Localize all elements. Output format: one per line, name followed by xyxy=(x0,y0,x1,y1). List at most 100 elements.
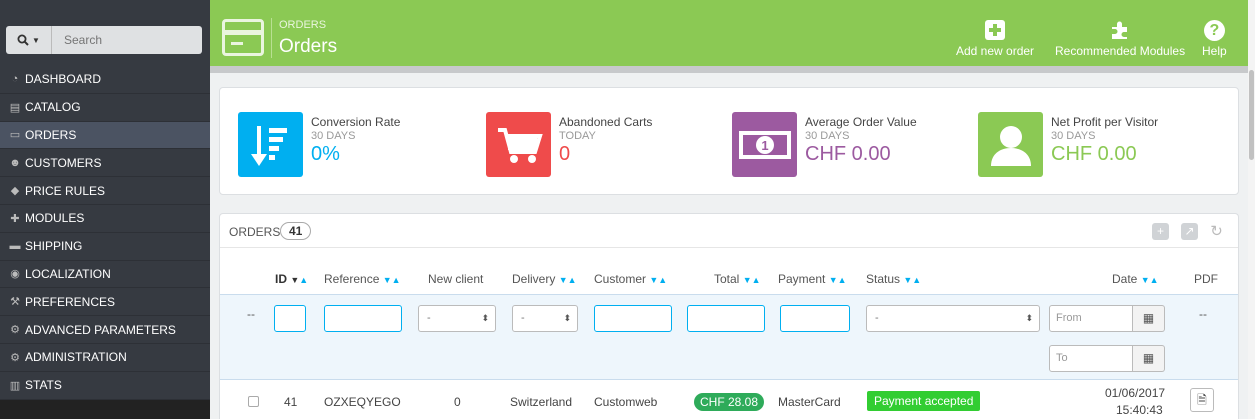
export-button[interactable]: ↗ xyxy=(1181,223,1198,240)
view-invoice-pdf-button[interactable]: 🗎 xyxy=(1190,388,1214,412)
filter-status-select[interactable]: - ⬍ xyxy=(866,305,1040,332)
filter-row-marker: -- xyxy=(247,307,255,321)
sidebar-item-label: ADMINISTRATION xyxy=(25,350,127,365)
filter-customer-input[interactable] xyxy=(594,305,672,332)
sort-asc-icon[interactable]: ▲ xyxy=(658,275,667,285)
sidebar-item-orders[interactable]: ▭ ORDERS xyxy=(0,121,210,150)
kpi-value: 0% xyxy=(311,143,340,165)
sort-asc-icon[interactable]: ▲ xyxy=(912,275,921,285)
sidebar-item-dashboard[interactable]: ◔ DASHBOARD xyxy=(0,66,210,94)
row-customer[interactable]: Customweb xyxy=(594,395,657,409)
cart-icon xyxy=(486,112,551,177)
help-label: Help xyxy=(1202,44,1227,58)
share-icon: ↗ xyxy=(1184,224,1195,238)
svg-text:1: 1 xyxy=(761,138,768,153)
sidebar-item-preferences[interactable]: ⚒ PREFERENCES xyxy=(0,288,210,317)
orders-count-badge: 41 xyxy=(280,222,312,240)
calendar-icon[interactable]: ▦ xyxy=(1133,305,1165,332)
sidebar-item-catalog[interactable]: ▤ CATALOG xyxy=(0,94,210,122)
help-button[interactable]: ? Help xyxy=(1202,18,1227,58)
sort-asc-icon[interactable]: ▲ xyxy=(568,275,577,285)
sidebar: ▼ ◔ DASHBOARD ▤ CATALOG ▭ ORDERS ☻ CUSTOMERS ◆ PR… xyxy=(0,0,210,419)
row-new-client[interactable]: 0 xyxy=(454,395,461,409)
add-new-button[interactable]: + xyxy=(1152,223,1169,240)
kpi-title: Average Order Value xyxy=(805,115,917,129)
row-date[interactable]: 01/06/2017 xyxy=(1105,386,1165,400)
add-new-order-button[interactable]: Add new order xyxy=(956,18,1034,58)
breadcrumb[interactable]: ORDERS xyxy=(279,19,326,31)
puzzle-icon: ✚ xyxy=(10,212,20,225)
column-header-id[interactable]: ID ▼▲ xyxy=(275,272,308,286)
help-icon: ? xyxy=(1203,19,1225,41)
page-scrollbar[interactable] xyxy=(1248,0,1255,419)
book-icon: ▤ xyxy=(9,101,21,114)
filter-reference-input[interactable] xyxy=(324,305,402,332)
row-reference[interactable]: OZXEQYEGO xyxy=(324,395,401,409)
credit-card-icon: ▭ xyxy=(9,129,21,142)
refresh-button[interactable]: ↻ xyxy=(1208,223,1225,240)
filter-date-to-input[interactable]: To xyxy=(1049,345,1133,372)
column-header-delivery[interactable]: Delivery ▼▲ xyxy=(512,272,577,286)
sidebar-item-label: DASHBOARD xyxy=(25,72,102,87)
column-header-customer[interactable]: Customer ▼▲ xyxy=(594,272,667,286)
dashboard-icon: ◔ xyxy=(11,73,19,86)
sort-desc-icon[interactable]: ▼ xyxy=(649,275,658,285)
sidebar-item-localization[interactable]: ◉ LOCALIZATION xyxy=(0,261,210,289)
select-caret-icon: ⬍ xyxy=(481,313,489,323)
sidebar-item-customers[interactable]: ☻ CUSTOMERS xyxy=(0,149,210,178)
filter-date-from-input[interactable]: From xyxy=(1049,305,1133,332)
sort-desc-icon[interactable]: ▼ xyxy=(903,275,912,285)
search-icon xyxy=(17,34,29,46)
recommended-modules-label: Recommended Modules xyxy=(1055,44,1186,58)
credit-card-icon xyxy=(222,19,264,56)
sort-desc-icon[interactable]: ▼ xyxy=(290,275,299,285)
row-payment[interactable]: MasterCard xyxy=(778,395,841,409)
filter-total-input[interactable] xyxy=(687,305,765,332)
sort-asc-icon[interactable]: ▲ xyxy=(1150,275,1159,285)
sort-asc-icon[interactable]: ▲ xyxy=(752,275,761,285)
column-header-payment[interactable]: Payment ▼▲ xyxy=(778,272,847,286)
sort-asc-icon[interactable]: ▲ xyxy=(838,275,847,285)
row-time[interactable]: 15:40:43 xyxy=(1116,403,1163,417)
sidebar-item-modules[interactable]: ✚ MODULES xyxy=(0,205,210,233)
sidebar-item-shipping[interactable]: ▬ SHIPPING xyxy=(0,233,210,261)
row-id[interactable]: 41 xyxy=(284,395,297,409)
orders-title: ORDERS xyxy=(229,225,281,239)
globe-icon: ◉ xyxy=(10,268,20,281)
filter-row: -- - ⬍ - ⬍ - ⬍ From ▦ To ▦ -- xyxy=(220,294,1238,380)
column-header-total[interactable]: Total ▼▲ xyxy=(714,272,761,286)
column-header-new-client: New client xyxy=(428,272,484,286)
calendar-icon[interactable]: ▦ xyxy=(1133,345,1165,372)
column-header-reference[interactable]: Reference ▼▲ xyxy=(324,272,401,286)
scrollbar-thumb[interactable] xyxy=(1249,70,1254,160)
sidebar-footer xyxy=(0,400,210,419)
filter-new-client-select[interactable]: - ⬍ xyxy=(418,305,496,332)
sort-desc-icon[interactable]: ▼ xyxy=(559,275,568,285)
kpi-period: TODAY xyxy=(559,130,596,142)
search-dropdown-button[interactable]: ▼ xyxy=(6,26,52,54)
status-badge[interactable]: Payment accepted xyxy=(867,391,981,411)
column-header-date[interactable]: Date ▼▲ xyxy=(1112,272,1159,286)
row-checkbox[interactable] xyxy=(248,396,259,407)
sidebar-item-advanced-parameters[interactable]: ⚙ ADVANCED PARAMETERS xyxy=(0,316,210,344)
sort-asc-icon[interactable]: ▲ xyxy=(299,275,308,285)
filter-delivery-select[interactable]: - ⬍ xyxy=(512,305,578,332)
column-header-status[interactable]: Status ▼▲ xyxy=(866,272,921,286)
sort-asc-icon[interactable]: ▲ xyxy=(392,275,401,285)
sidebar-item-stats[interactable]: ▥ STATS xyxy=(0,372,210,400)
sort-desc-icon[interactable]: ▼ xyxy=(829,275,838,285)
sidebar-menu: ◔ DASHBOARD ▤ CATALOG ▭ ORDERS ☻ CUSTOMERS ◆ PRIC… xyxy=(0,66,210,400)
sidebar-item-label: STATS xyxy=(25,378,62,393)
recommended-modules-button[interactable]: Recommended Modules xyxy=(1055,18,1185,58)
sort-desc-icon[interactable]: ▼ xyxy=(383,275,392,285)
sidebar-item-administration[interactable]: ⚙ ADMINISTRATION xyxy=(0,344,210,372)
user-icon xyxy=(978,112,1043,177)
filter-payment-input[interactable] xyxy=(780,305,850,332)
row-total-badge[interactable]: CHF 28.08 xyxy=(694,393,765,411)
search-input[interactable] xyxy=(52,27,192,53)
sort-desc-icon[interactable]: ▼ xyxy=(1141,275,1150,285)
row-delivery[interactable]: Switzerland xyxy=(510,395,572,409)
filter-id-input[interactable] xyxy=(274,305,306,332)
sidebar-item-price-rules[interactable]: ◆ PRICE RULES xyxy=(0,177,210,205)
sort-desc-icon[interactable]: ▼ xyxy=(743,275,752,285)
